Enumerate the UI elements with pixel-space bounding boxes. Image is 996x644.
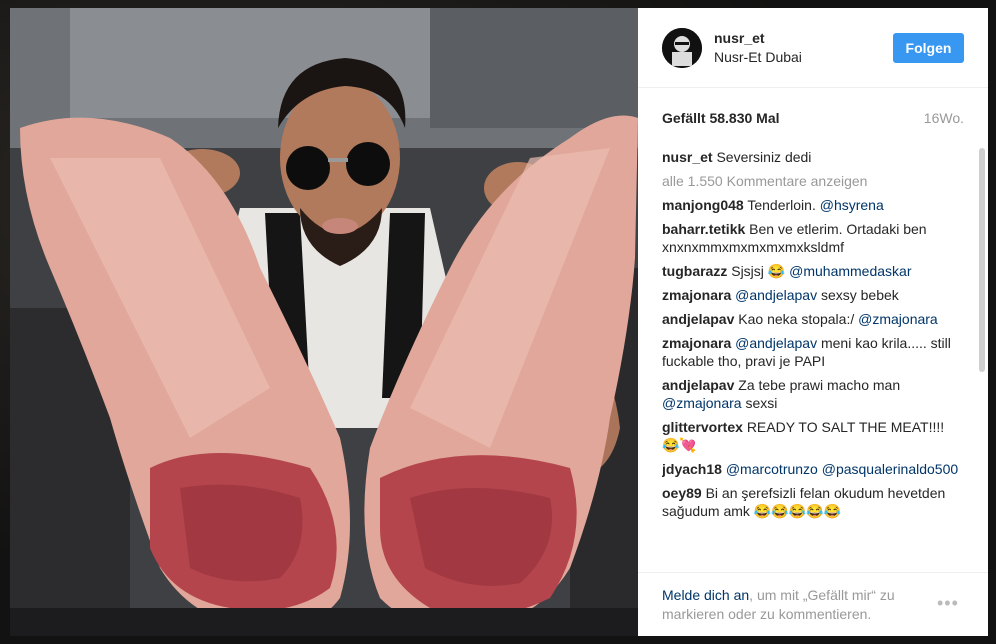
comments-scrollbar[interactable] (979, 148, 985, 372)
comment-text: Kao neka stopala:/ (738, 311, 855, 327)
comment-mention[interactable]: @hsyrena (820, 197, 884, 213)
comment-username[interactable]: jdyach18 (662, 461, 722, 477)
likes-row: Gefällt 58.830 Mal 16Wo. (662, 110, 964, 130)
comment-text-after: sexsi (745, 395, 778, 411)
comment-item: baharr.tetikk Ben ve etlerim. Ortadaki b… (662, 220, 962, 256)
comment-username[interactable]: andjelapav (662, 377, 734, 393)
comment-username[interactable]: glittervortex (662, 419, 743, 435)
comment-text: Sjsjsj (731, 263, 764, 279)
comment-text: Tenderloin. (747, 197, 816, 213)
comment-mention[interactable]: @zmajonara (662, 395, 742, 411)
username-link[interactable]: nusr_et (714, 30, 765, 46)
login-prompt: Melde dich an, um mit „Gefällt mir“ zu m… (662, 586, 922, 624)
comment-emoji: 😂 (767, 263, 786, 279)
post-header: nusr_et Nusr-Et Dubai Folgen (638, 8, 988, 88)
comment-text: READY TO SALT THE MEAT!!!! (746, 419, 945, 435)
comment-text: Za tebe prawi macho man (738, 377, 901, 393)
comment-emoji: 😂💘 (662, 437, 697, 453)
comment-item: andjelapav Za tebe prawi macho man @zmaj… (662, 376, 962, 412)
comment-username[interactable]: oey89 (662, 485, 702, 501)
comment-mention[interactable]: @marcotrunzo @pasqualerinaldo500 (726, 461, 958, 477)
comment-username[interactable]: manjong048 (662, 197, 744, 213)
comment-mention[interactable]: @andjelapav (735, 287, 817, 303)
more-options-icon[interactable]: ••• (937, 593, 959, 614)
comment-item: andjelapav Kao neka stopala:/ @zmajonara (662, 310, 962, 328)
comment-item: zmajonara @andjelapav meni kao krila....… (662, 334, 962, 370)
comment-username[interactable]: baharr.tetikk (662, 221, 745, 237)
comment-item: oey89 Bi an şerefsizli felan okudum heve… (662, 484, 962, 520)
post-photo[interactable] (10, 8, 638, 636)
view-all-comments-link[interactable]: alle 1.550 Kommentare anzeigen (662, 172, 962, 190)
location-link[interactable]: Nusr-Et Dubai (714, 49, 802, 65)
likes-count[interactable]: Gefällt 58.830 Mal (662, 110, 780, 126)
comment-mention[interactable]: @zmajonara (858, 311, 938, 327)
comments-list: nusr_et Seversiniz dedi alle 1.550 Komme… (662, 148, 962, 568)
login-link[interactable]: Melde dich an (662, 587, 749, 603)
caption: nusr_et Seversiniz dedi (662, 148, 962, 166)
caption-username[interactable]: nusr_et (662, 149, 713, 165)
comment-username[interactable]: andjelapav (662, 311, 734, 327)
comment-item: jdyach18 @marcotrunzo @pasqualerinaldo50… (662, 460, 962, 478)
avatar[interactable] (662, 28, 702, 68)
comment-container: manjong048 Tenderloin. @hsyrena baharr.t… (662, 196, 962, 520)
post-side-panel: nusr_et Nusr-Et Dubai Folgen Gefällt 58.… (638, 8, 988, 636)
avatar-image (662, 28, 702, 68)
comment-item: zmajonara @andjelapav sexsy bebek (662, 286, 962, 304)
comment-item: tugbarazz Sjsjsj 😂 @muhammedaskar (662, 262, 962, 280)
comment-item: glittervortex READY TO SALT THE MEAT!!!!… (662, 418, 962, 454)
comment-mention[interactable]: @muhammedaskar (789, 263, 911, 279)
post-photo-illustration (10, 8, 638, 636)
comment-username[interactable]: tugbarazz (662, 263, 727, 279)
post-footer: Melde dich an, um mit „Gefällt mir“ zu m… (638, 572, 988, 636)
comment-item: manjong048 Tenderloin. @hsyrena (662, 196, 962, 214)
caption-text: Seversiniz dedi (716, 149, 812, 165)
comment-username[interactable]: zmajonara (662, 335, 731, 351)
follow-button[interactable]: Folgen (893, 33, 964, 63)
post-age[interactable]: 16Wo. (924, 110, 964, 126)
comment-username[interactable]: zmajonara (662, 287, 731, 303)
comment-text-after: sexsy bebek (820, 287, 899, 303)
comment-emoji: 😂😂😂😂😂 (753, 503, 841, 519)
comment-mention[interactable]: @andjelapav (735, 335, 817, 351)
